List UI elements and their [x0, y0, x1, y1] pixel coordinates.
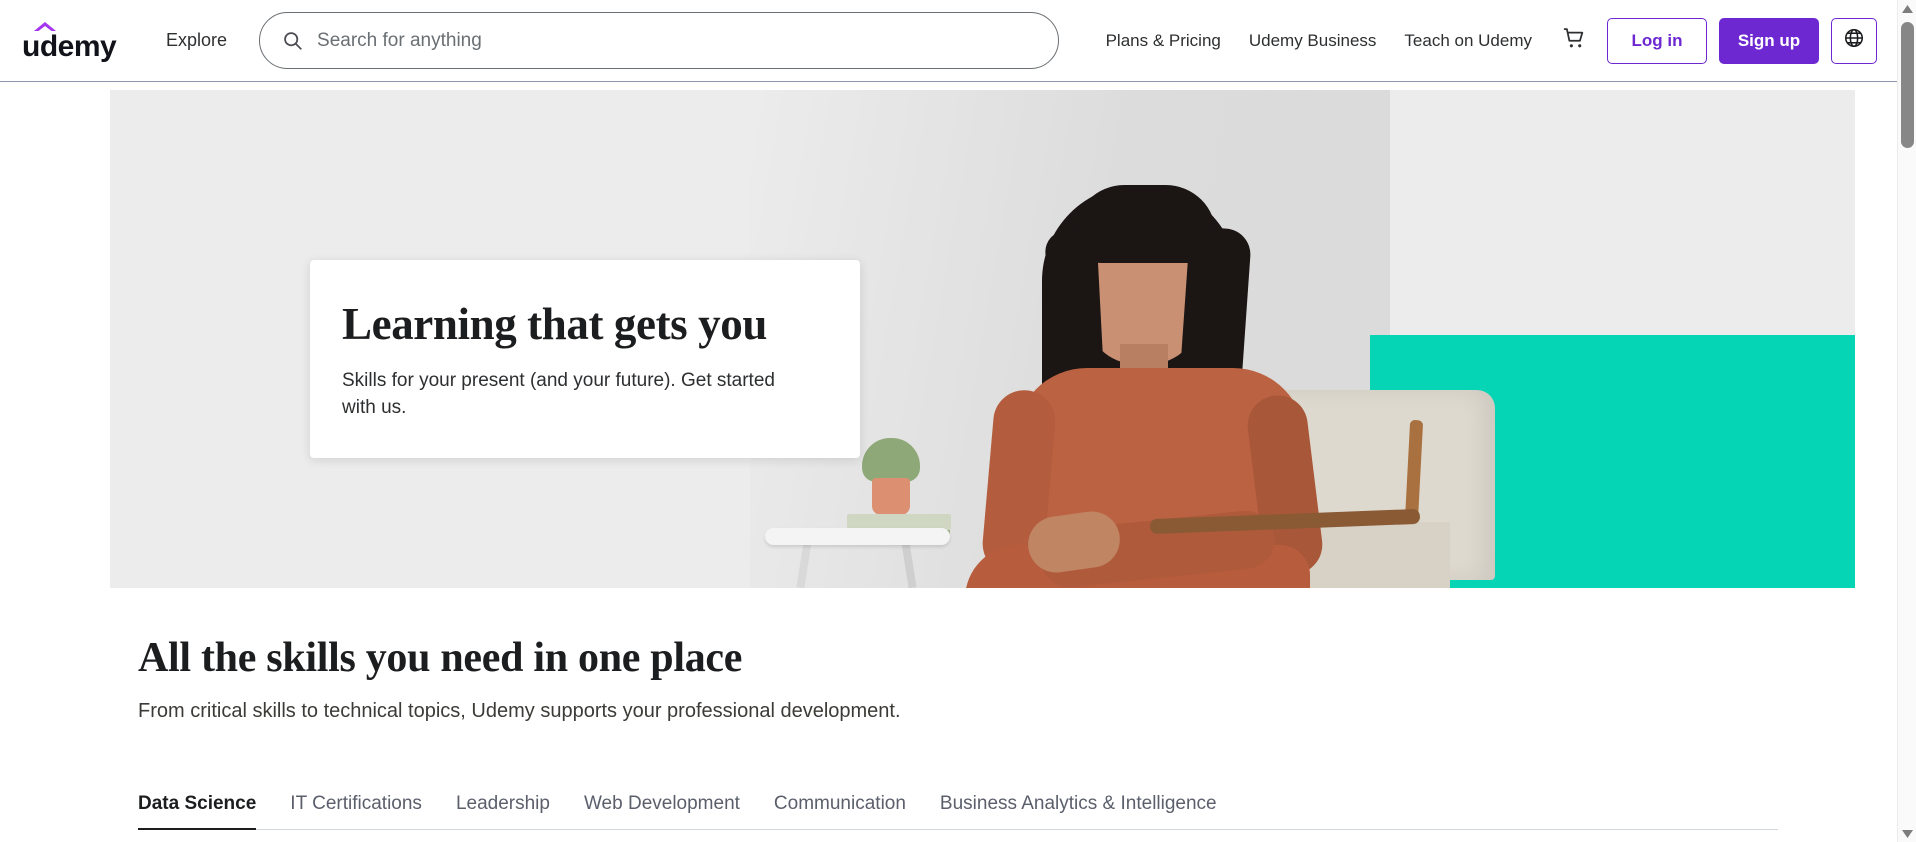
- hero-banner: Learning that gets you Skills for your p…: [110, 90, 1855, 588]
- header-nav-right: Plans & Pricing Udemy Business Teach on …: [1092, 17, 1877, 64]
- scrollbar-thumb[interactable]: [1901, 22, 1914, 148]
- section-title: All the skills you need in one place: [138, 635, 743, 681]
- language-selector-button[interactable]: [1831, 17, 1877, 64]
- scrollbar-up-arrow[interactable]: [1898, 0, 1916, 17]
- section-subtitle: From critical skills to technical topics…: [138, 700, 901, 723]
- globe-icon: [1843, 27, 1865, 54]
- hero-title: Learning that gets you: [342, 299, 767, 349]
- page-scrollbar[interactable]: [1897, 0, 1916, 842]
- signup-button[interactable]: Sign up: [1719, 17, 1819, 64]
- hero-message-card: Learning that gets you Skills for your p…: [310, 260, 860, 458]
- nav-link-udemy-business[interactable]: Udemy Business: [1235, 21, 1391, 61]
- shopping-cart-icon: [1562, 26, 1587, 56]
- category-tabs: Data Science IT Certifications Leadershi…: [138, 793, 1778, 830]
- cart-button[interactable]: [1546, 18, 1601, 64]
- tab-communication[interactable]: Communication: [774, 793, 928, 829]
- hero-subtitle: Skills for your present (and your future…: [342, 369, 775, 418]
- tab-it-certifications[interactable]: IT Certifications: [290, 793, 444, 829]
- scrollbar-down-arrow[interactable]: [1898, 825, 1916, 842]
- site-header: udemy Explore Plans & Pricing Udemy Busi…: [0, 0, 1897, 82]
- search-input[interactable]: [317, 29, 1037, 52]
- svg-text:udemy: udemy: [22, 30, 117, 62]
- tab-web-development[interactable]: Web Development: [584, 793, 762, 829]
- login-button[interactable]: Log in: [1607, 17, 1707, 64]
- tab-business-analytics-intelligence[interactable]: Business Analytics & Intelligence: [940, 793, 1239, 829]
- search-bar[interactable]: [259, 12, 1060, 69]
- side-table-top: [765, 528, 950, 545]
- nav-link-plans-pricing[interactable]: Plans & Pricing: [1092, 21, 1235, 61]
- explore-link[interactable]: Explore: [156, 22, 237, 59]
- skills-section: All the skills you need in one place Fro…: [138, 635, 1638, 723]
- tab-leadership[interactable]: Leadership: [456, 793, 572, 829]
- plant-pot: [872, 478, 910, 515]
- udemy-logo[interactable]: udemy: [22, 20, 134, 62]
- nav-link-teach-on-udemy[interactable]: Teach on Udemy: [1390, 21, 1546, 61]
- search-icon: [282, 30, 303, 51]
- tab-data-science[interactable]: Data Science: [138, 793, 278, 830]
